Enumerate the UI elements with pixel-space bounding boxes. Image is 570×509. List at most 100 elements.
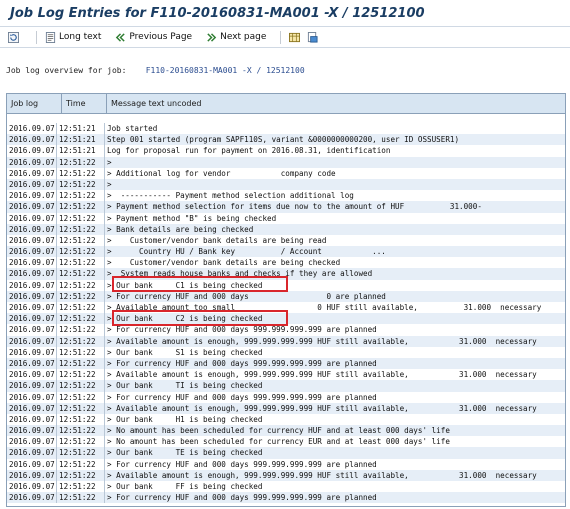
- cell-time: 12:51:22: [57, 425, 105, 437]
- cell-date: 2016.09.07: [7, 302, 57, 314]
- cell-time: 12:51:22: [57, 302, 105, 314]
- overview-label: Job log overview for job:: [6, 66, 127, 75]
- table-row[interactable]: 2016.09.07 12:51:22 > For currency HUF and…: [7, 290, 565, 302]
- table-row[interactable]: 2016.09.07 12:51:21 Log for proposal run f…: [7, 145, 565, 157]
- cell-message: > Available amount is enough, 999.999.99…: [107, 336, 537, 346]
- table-row[interactable]: 2016.09.07 12:51:22 > Available amount is …: [7, 402, 565, 414]
- export-button[interactable]: [307, 31, 321, 43]
- table-row[interactable]: 2016.09.07 12:51:22 > Our bank TE is being…: [7, 447, 565, 459]
- table-row[interactable]: 2016.09.07 12:51:22 > Available amount too…: [7, 302, 565, 314]
- cell-message: > For currency HUF and 000 days 999.999.…: [107, 358, 377, 368]
- cell-message: Step 001 started (program SAPF110S, vari…: [107, 135, 460, 145]
- table-row[interactable]: 2016.09.07 12:51:22 > Available amount is …: [7, 469, 565, 481]
- table-row[interactable]: 2016.09.07 12:51:22 > Country HU / Bank ke…: [7, 246, 565, 258]
- next-page-button[interactable]: Next page: [206, 32, 266, 43]
- cell-time: 12:51:22: [57, 223, 105, 235]
- column-header-job-log[interactable]: Job log: [7, 94, 62, 113]
- table-spacer: [7, 114, 565, 123]
- cell-date: 2016.09.07: [7, 279, 57, 291]
- table-row[interactable]: 2016.09.07 12:51:22 > Available amount is …: [7, 335, 565, 347]
- previous-page-icon: [116, 32, 126, 42]
- table-row[interactable]: 2016.09.07 12:51:22 > Our bank TI is being…: [7, 380, 565, 392]
- table-row[interactable]: 2016.09.07 12:51:22 > Bank details are bei…: [7, 223, 565, 235]
- table-row[interactable]: 2016.09.07 12:51:22 > ----------- Payment …: [7, 190, 565, 202]
- table-row[interactable]: 2016.09.07 12:51:22 > Our bank FF is being…: [7, 481, 565, 493]
- layout-button[interactable]: [289, 32, 303, 43]
- cell-message: > Our bank TI is being checked: [107, 381, 263, 391]
- cell-message: > Available amount too small 0 HUF still…: [107, 303, 542, 312]
- table-row[interactable]: 2016.09.07 12:51:22 > Additional log for v…: [7, 167, 565, 179]
- table-row[interactable]: 2016.09.07 12:51:22 > For currency HUF and…: [7, 391, 565, 403]
- cell-message: > ----------- Payment method selection a…: [107, 191, 354, 201]
- next-page-icon: [207, 32, 217, 42]
- toolbar-separator: [36, 30, 37, 44]
- cell-message: > Available amount is enough, 999.999.99…: [107, 370, 537, 380]
- table-row[interactable]: 2016.09.07 12:51:22 > For currency HUF and…: [7, 324, 565, 336]
- cell-date: 2016.09.07: [7, 223, 57, 235]
- cell-time: 12:51:22: [57, 436, 105, 448]
- toolbar-separator: [280, 30, 282, 44]
- table-header: Job log Time Message text uncoded: [7, 94, 565, 114]
- long-text-button[interactable]: Long text: [45, 31, 101, 43]
- cell-time: 12:51:22: [57, 268, 105, 280]
- cell-message: > System reads house banks and checks if…: [107, 269, 373, 279]
- cell-time: 12:51:21: [57, 123, 105, 135]
- cell-message: > Available amount is enough, 999.999.99…: [107, 470, 537, 480]
- table-row[interactable]: 2016.09.07 12:51:22 > Our bank C1 is being…: [7, 279, 565, 291]
- table-row[interactable]: 2016.09.07 12:51:22 > Payment method "B" i…: [7, 212, 565, 224]
- cell-time: 12:51:22: [57, 167, 105, 179]
- previous-page-label: Previous Page: [129, 32, 193, 42]
- table-row[interactable]: 2016.09.07 12:51:22 > For currency HUF and…: [7, 492, 565, 504]
- table-row[interactable]: 2016.09.07 12:51:22 > Customer/vendor bank…: [7, 234, 565, 247]
- layout-icon: [289, 32, 301, 42]
- cell-message: > Our bank TE is being checked: [107, 448, 263, 458]
- refresh-icon: [8, 31, 19, 43]
- table-row[interactable]: 2016.09.07 12:51:22 >: [7, 178, 565, 191]
- table-row[interactable]: 2016.09.07 12:51:22 > Customer/vendor bank…: [7, 257, 565, 269]
- cell-date: 2016.09.07: [7, 469, 57, 481]
- table-row[interactable]: 2016.09.07 12:51:22 > Payment method selec…: [7, 201, 565, 213]
- cell-date: 2016.09.07: [7, 234, 57, 247]
- cell-message: > Customer/vendor bank details are being…: [107, 258, 341, 268]
- table-row[interactable]: 2016.09.07 12:51:22 > Available amount is …: [7, 369, 565, 381]
- column-header-time[interactable]: Time: [62, 94, 107, 113]
- cell-time: 12:51:22: [57, 257, 105, 269]
- cell-message: > For currency HUF and 000 days 999.999.…: [107, 325, 377, 335]
- cell-time: 12:51:22: [57, 246, 105, 258]
- cell-time: 12:51:22: [57, 290, 105, 302]
- cell-date: 2016.09.07: [7, 123, 57, 135]
- cell-date: 2016.09.07: [7, 346, 57, 358]
- cell-time: 12:51:22: [57, 346, 105, 358]
- cell-time: 12:51:22: [57, 212, 105, 224]
- cell-time: 12:51:22: [57, 380, 105, 392]
- cell-time: 12:51:22: [57, 335, 105, 347]
- table-row[interactable]: 2016.09.07 12:51:22 > Our bank S1 is being…: [7, 346, 565, 358]
- table-row[interactable]: 2016.09.07 12:51:21 Step 001 started (prog…: [7, 134, 565, 146]
- cell-time: 12:51:22: [57, 447, 105, 459]
- cell-message: > Country HU / Bank key / Account ...: [107, 247, 386, 257]
- cell-message: > For currency HUF and 000 days 999.999.…: [107, 493, 377, 503]
- column-header-message[interactable]: Message text uncoded: [107, 94, 565, 113]
- table-row[interactable]: 2016.09.07 12:51:22 > No amount has been s…: [7, 425, 565, 437]
- cell-date: 2016.09.07: [7, 391, 57, 403]
- table-row[interactable]: 2016.09.07 12:51:21 Job started: [7, 123, 565, 135]
- cell-message: > Our bank H1 is being checked: [107, 414, 263, 424]
- table-row[interactable]: 2016.09.07 12:51:22 > Our bank H1 is being…: [7, 413, 565, 426]
- table-row[interactable]: 2016.09.07 12:51:22 > No amount has been s…: [7, 436, 565, 448]
- table-row[interactable]: 2016.09.07 12:51:22 >: [7, 156, 565, 168]
- cell-time: 12:51:22: [57, 492, 105, 504]
- cell-date: 2016.09.07: [7, 458, 57, 470]
- cell-date: 2016.09.07: [7, 156, 57, 168]
- previous-page-button[interactable]: Previous Page: [115, 32, 192, 43]
- cell-date: 2016.09.07: [7, 201, 57, 213]
- cell-time: 12:51:21: [57, 134, 105, 146]
- refresh-button[interactable]: [8, 31, 22, 43]
- cell-time: 12:51:22: [57, 402, 105, 414]
- table-row[interactable]: 2016.09.07 12:51:22 > For currency HUF and…: [7, 458, 565, 470]
- cell-message: > Customer/vendor bank details are being…: [107, 235, 327, 245]
- toolbar: Long text Previous Page Next page: [0, 27, 570, 48]
- cell-time: 12:51:22: [57, 413, 105, 426]
- table-row[interactable]: 2016.09.07 12:51:22 > Our bank C2 is being…: [7, 313, 565, 325]
- table-row[interactable]: 2016.09.07 12:51:22 > For currency HUF and…: [7, 357, 565, 370]
- table-row[interactable]: 2016.09.07 12:51:22 > System reads house b…: [7, 268, 565, 280]
